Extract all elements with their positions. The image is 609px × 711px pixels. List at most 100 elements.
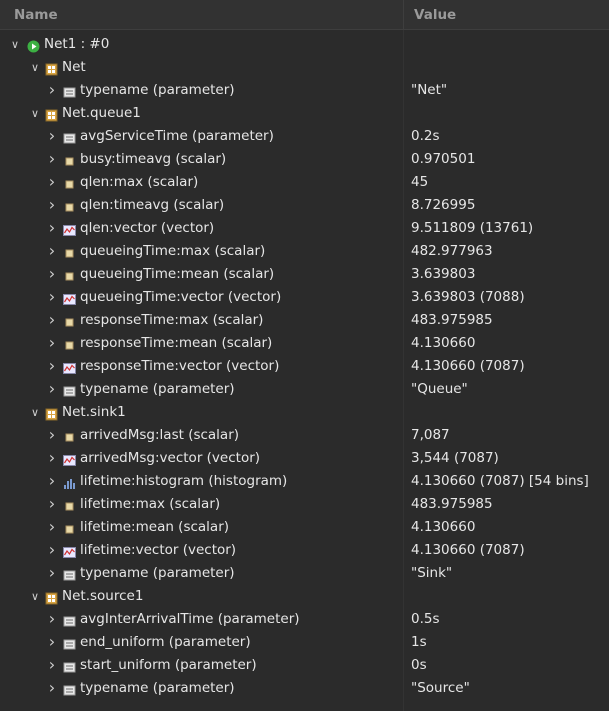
scalar-icon: [63, 153, 76, 166]
tree-item-result[interactable]: qlen:timeavg (scalar) 8.726995: [0, 194, 609, 217]
chevron-right-icon[interactable]: [45, 378, 59, 401]
chevron-down-icon[interactable]: [28, 401, 42, 424]
tree-item-result[interactable]: lifetime:max (scalar) 483.975985: [0, 493, 609, 516]
tree-item-result[interactable]: typename (parameter) "Queue": [0, 378, 609, 401]
tree-item-result[interactable]: queueingTime:max (scalar) 482.977963: [0, 240, 609, 263]
tree-item-label: Net.source1: [62, 588, 144, 604]
tree-item-module[interactable]: Net.sink1: [0, 401, 609, 424]
tree-item-label: typename (parameter): [80, 565, 235, 581]
tree-item-label: Net.sink1: [62, 404, 126, 420]
tree-item-label: end_uniform (parameter): [80, 634, 251, 650]
tree-item-result[interactable]: typename (parameter) "Source": [0, 677, 609, 700]
chevron-right-icon[interactable]: [45, 125, 59, 148]
chevron-right-icon[interactable]: [45, 539, 59, 562]
chevron-right-icon[interactable]: [45, 424, 59, 447]
tree-item-result[interactable]: start_uniform (parameter) 0s: [0, 654, 609, 677]
chevron-right-icon[interactable]: [45, 79, 59, 102]
tree-item-label: lifetime:vector (vector): [80, 542, 237, 558]
scalar-icon: [63, 521, 76, 534]
chevron-right-icon[interactable]: [45, 309, 59, 332]
chevron-down-icon[interactable]: [28, 56, 42, 79]
tree-item-label: typename (parameter): [80, 680, 235, 696]
tree-item-label: qlen:max (scalar): [80, 174, 199, 190]
chevron-right-icon[interactable]: [45, 654, 59, 677]
chevron-right-icon[interactable]: [45, 562, 59, 585]
tree-item-result[interactable]: queueingTime:mean (scalar) 3.639803: [0, 263, 609, 286]
chevron-right-icon[interactable]: [45, 608, 59, 631]
column-divider[interactable]: [403, 0, 404, 30]
tree-item-value: 0.970501: [411, 151, 476, 167]
tree-item-module[interactable]: Net1 : #0: [0, 33, 609, 56]
scalar-icon: [63, 268, 76, 281]
chevron-right-icon[interactable]: [45, 677, 59, 700]
module-icon: [45, 61, 58, 76]
chevron-right-icon[interactable]: [45, 332, 59, 355]
chevron-right-icon[interactable]: [45, 194, 59, 217]
parameter-icon: [63, 659, 76, 673]
tree-item-value: 45: [411, 174, 429, 190]
results-tree: Net1 : #0 Net typename (parameter) "Net" Net…: [0, 33, 609, 700]
scalar-icon: [63, 429, 76, 442]
tree-item-result[interactable]: qlen:vector (vector) 9.511809 (13761): [0, 217, 609, 240]
scalar-icon: [63, 337, 76, 350]
chevron-right-icon[interactable]: [45, 171, 59, 194]
tree-item-value: 3.639803: [411, 266, 476, 282]
tree-item-result[interactable]: responseTime:mean (scalar) 4.130660: [0, 332, 609, 355]
chevron-right-icon[interactable]: [45, 240, 59, 263]
chevron-right-icon[interactable]: [45, 263, 59, 286]
scalar-icon: [63, 498, 76, 511]
tree-item-value: 4.130660: [411, 335, 476, 351]
tree-item-result[interactable]: responseTime:max (scalar) 483.975985: [0, 309, 609, 332]
parameter-icon: [63, 383, 76, 397]
tree-item-value: 8.726995: [411, 197, 476, 213]
tree-item-result[interactable]: responseTime:vector (vector) 4.130660 (70…: [0, 355, 609, 378]
tree-item-result[interactable]: queueingTime:vector (vector) 3.639803 (70…: [0, 286, 609, 309]
parameter-icon: [63, 567, 76, 581]
tree-item-label: responseTime:mean (scalar): [80, 335, 273, 351]
tree-item-result[interactable]: arrivedMsg:vector (vector) 3,544 (7087): [0, 447, 609, 470]
chevron-right-icon[interactable]: [45, 217, 59, 240]
chevron-right-icon[interactable]: [45, 516, 59, 539]
tree-item-result[interactable]: arrivedMsg:last (scalar) 7,087: [0, 424, 609, 447]
chevron-right-icon[interactable]: [45, 631, 59, 654]
chevron-right-icon[interactable]: [45, 470, 59, 493]
tree-item-value: "Sink": [411, 565, 453, 581]
chevron-down-icon[interactable]: [8, 33, 22, 56]
tree-item-value: 4.130660 (7087): [411, 358, 525, 374]
tree-item-result[interactable]: busy:timeavg (scalar) 0.970501: [0, 148, 609, 171]
scalar-icon: [63, 176, 76, 189]
tree-item-label: queueingTime:max (scalar): [80, 243, 266, 259]
tree-item-module[interactable]: Net.source1: [0, 585, 609, 608]
column-header-name[interactable]: Name: [14, 0, 58, 30]
module-icon: [45, 107, 58, 122]
tree-item-module[interactable]: Net.queue1: [0, 102, 609, 125]
tree-item-value: 483.975985: [411, 496, 493, 512]
tree-item-label: lifetime:mean (scalar): [80, 519, 230, 535]
tree-item-result[interactable]: lifetime:histogram (histogram) 4.130660 (…: [0, 470, 609, 493]
tree-item-result[interactable]: lifetime:mean (scalar) 4.130660: [0, 516, 609, 539]
parameter-icon: [63, 613, 76, 627]
tree-item-value: 4.130660: [411, 519, 476, 535]
chevron-down-icon[interactable]: [28, 102, 42, 125]
chevron-right-icon[interactable]: [45, 447, 59, 470]
tree-item-result[interactable]: avgServiceTime (parameter) 0.2s: [0, 125, 609, 148]
tree-item-value: 0.5s: [411, 611, 440, 627]
column-header-value[interactable]: Value: [414, 0, 456, 30]
chevron-right-icon[interactable]: [45, 493, 59, 516]
chevron-right-icon[interactable]: [45, 286, 59, 309]
tree-item-result[interactable]: typename (parameter) "Sink": [0, 562, 609, 585]
scalar-icon: [63, 199, 76, 212]
tree-item-result[interactable]: end_uniform (parameter) 1s: [0, 631, 609, 654]
tree-item-label: busy:timeavg (scalar): [80, 151, 227, 167]
tree-item-result[interactable]: qlen:max (scalar) 45: [0, 171, 609, 194]
chevron-right-icon[interactable]: [45, 148, 59, 171]
tree-item-result[interactable]: typename (parameter) "Net": [0, 79, 609, 102]
tree-item-label: typename (parameter): [80, 82, 235, 98]
chevron-right-icon[interactable]: [45, 355, 59, 378]
tree-item-label: lifetime:histogram (histogram): [80, 473, 288, 489]
tree-item-label: qlen:vector (vector): [80, 220, 215, 236]
tree-item-module[interactable]: Net: [0, 56, 609, 79]
tree-item-result[interactable]: avgInterArrivalTime (parameter) 0.5s: [0, 608, 609, 631]
chevron-down-icon[interactable]: [28, 585, 42, 608]
tree-item-result[interactable]: lifetime:vector (vector) 4.130660 (7087): [0, 539, 609, 562]
